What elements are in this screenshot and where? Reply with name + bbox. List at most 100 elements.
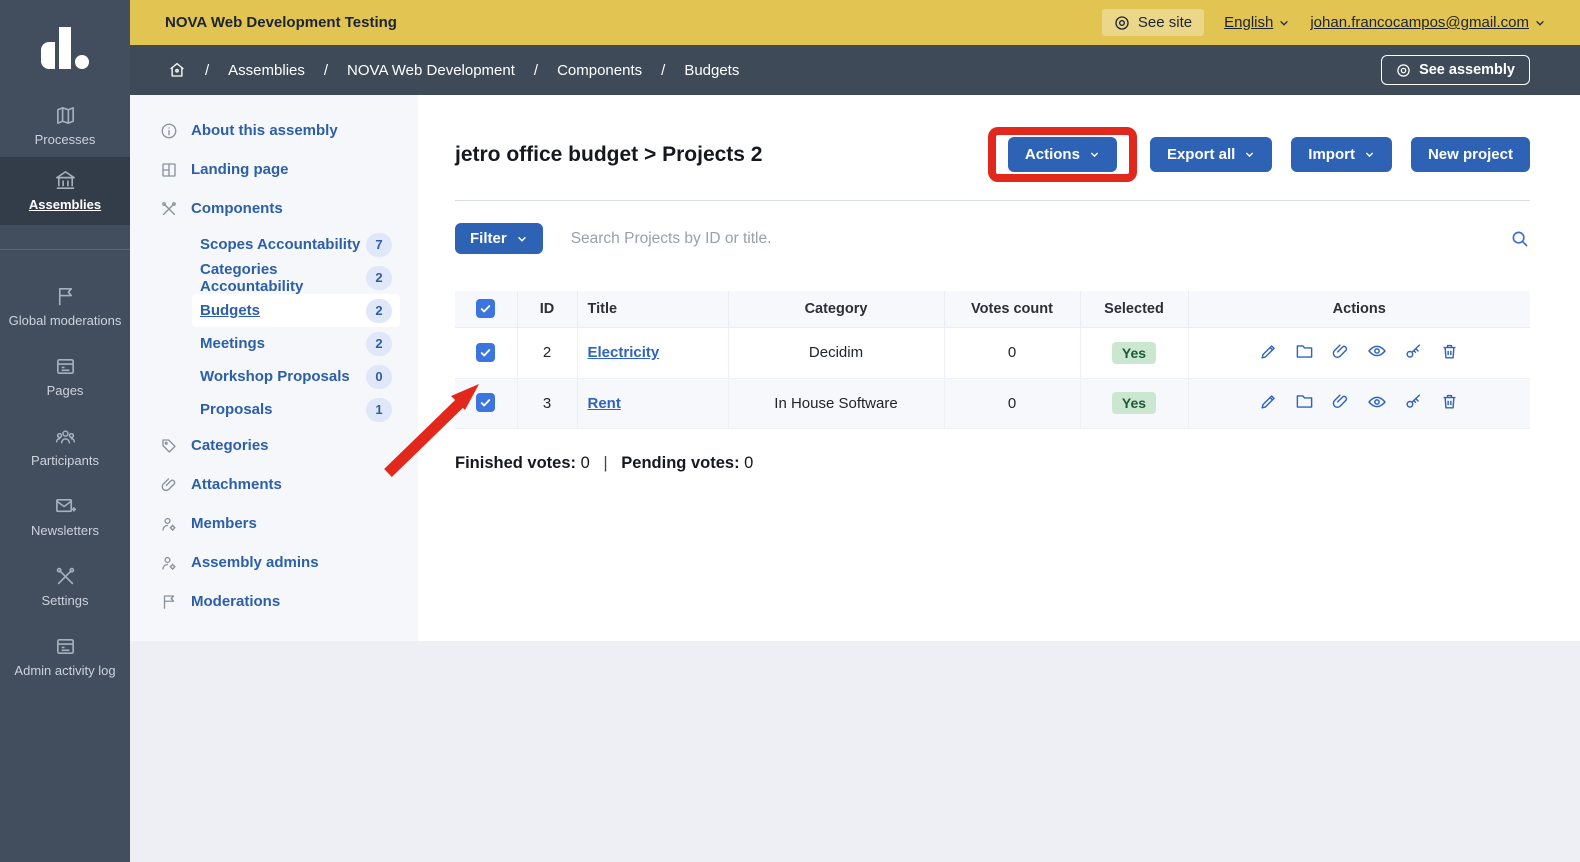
sidebar-item-participants[interactable]: Participants bbox=[0, 412, 130, 482]
finished-votes-value: 0 bbox=[581, 454, 590, 472]
row-checkbox[interactable] bbox=[476, 393, 495, 412]
column-header-title: Title bbox=[577, 291, 728, 328]
home-icon[interactable] bbox=[168, 61, 186, 79]
person-gear-icon bbox=[160, 515, 178, 533]
sidebar-item-proposals[interactable]: Proposals 1 bbox=[192, 393, 400, 426]
sidebar-item-scopes-accountability[interactable]: Scopes Accountability 7 bbox=[192, 228, 400, 261]
folder-icon[interactable] bbox=[1295, 342, 1314, 361]
breadcrumb: / Assemblies / NOVA Web Development / Co… bbox=[130, 45, 1580, 95]
filter-label: Filter bbox=[470, 230, 507, 247]
sidebar-item-categories[interactable]: Categories bbox=[130, 426, 418, 465]
flag-icon bbox=[160, 593, 178, 611]
pages-icon bbox=[54, 355, 77, 378]
chevron-down-icon bbox=[1244, 149, 1255, 160]
import-label: Import bbox=[1308, 146, 1355, 163]
app-logo[interactable] bbox=[0, 0, 130, 95]
search-icon[interactable] bbox=[1509, 228, 1530, 249]
sidebar-item-budgets[interactable]: Budgets 2 bbox=[192, 294, 400, 327]
export-all-dropdown-button[interactable]: Export all bbox=[1150, 137, 1272, 172]
paperclip-icon bbox=[160, 476, 178, 494]
paperclip-icon[interactable] bbox=[1331, 342, 1350, 361]
cell-votes-count: 0 bbox=[944, 378, 1080, 429]
sidebar-item-meetings[interactable]: Meetings 2 bbox=[192, 327, 400, 360]
sidebar-item-admin-activity-log[interactable]: Admin activity log bbox=[0, 622, 130, 692]
sidebar-item-label: Scopes Accountability bbox=[200, 236, 360, 253]
user-menu-dropdown[interactable]: johan.francocampos@gmail.com bbox=[1310, 14, 1546, 31]
new-project-button[interactable]: New project bbox=[1411, 137, 1530, 172]
eye-icon[interactable] bbox=[1367, 392, 1387, 412]
primary-sidebar: Processes Assemblies Global moderations … bbox=[0, 0, 130, 862]
trash-icon[interactable] bbox=[1440, 342, 1459, 361]
row-checkbox[interactable] bbox=[476, 343, 495, 362]
sidebar-item-label: Categories bbox=[191, 437, 269, 454]
landing-page-icon bbox=[160, 161, 178, 179]
sidebar-item-categories-accountability[interactable]: Categories Accountability 2 bbox=[192, 261, 400, 294]
see-site-button[interactable]: See site bbox=[1102, 9, 1204, 36]
paperclip-icon[interactable] bbox=[1331, 392, 1350, 411]
participants-icon bbox=[54, 425, 77, 448]
eye-icon[interactable] bbox=[1367, 341, 1387, 361]
new-project-label: New project bbox=[1428, 146, 1513, 163]
import-dropdown-button[interactable]: Import bbox=[1291, 137, 1392, 172]
newsletter-icon bbox=[54, 495, 77, 518]
actions-dropdown-button[interactable]: Actions bbox=[1008, 137, 1117, 172]
organization-name: NOVA Web Development Testing bbox=[165, 14, 397, 31]
decidim-logo-icon bbox=[41, 27, 89, 69]
breadcrumb-item-assembly[interactable]: NOVA Web Development bbox=[347, 62, 515, 79]
search-input[interactable] bbox=[571, 230, 1509, 248]
sidebar-item-label: Meetings bbox=[200, 335, 265, 352]
sidebar-item-moderations[interactable]: Moderations bbox=[130, 582, 418, 621]
eye-icon bbox=[1114, 15, 1130, 31]
breadcrumb-separator: / bbox=[661, 62, 665, 79]
sidebar-item-pages[interactable]: Pages bbox=[0, 342, 130, 412]
pencil-icon[interactable] bbox=[1259, 392, 1278, 411]
sidebar-item-label: Categories Accountability bbox=[200, 261, 366, 295]
project-title-link[interactable]: Electricity bbox=[588, 344, 660, 361]
sidebar-item-members[interactable]: Members bbox=[130, 504, 418, 543]
breadcrumb-item-budgets[interactable]: Budgets bbox=[684, 62, 739, 79]
sidebar-item-landing-page[interactable]: Landing page bbox=[130, 150, 418, 189]
row-actions bbox=[1259, 392, 1459, 412]
breadcrumb-item-components[interactable]: Components bbox=[557, 62, 642, 79]
filter-dropdown-button[interactable]: Filter bbox=[455, 223, 543, 254]
breadcrumb-item-assemblies[interactable]: Assemblies bbox=[228, 62, 305, 79]
column-header-votes-count: Votes count bbox=[944, 291, 1080, 328]
cell-id: 3 bbox=[517, 378, 577, 429]
table-row: 3 Rent In House Software 0 Yes bbox=[455, 378, 1530, 429]
sidebar-item-global-moderations[interactable]: Global moderations bbox=[0, 272, 130, 342]
key-icon[interactable] bbox=[1404, 392, 1423, 411]
sidebar-item-processes[interactable]: Processes bbox=[0, 95, 130, 157]
trash-icon[interactable] bbox=[1440, 392, 1459, 411]
sidebar-item-settings[interactable]: Settings bbox=[0, 552, 130, 622]
sidebar-item-components[interactable]: Components bbox=[130, 189, 418, 228]
main-panel: jetro office budget > Projects 2 Actions… bbox=[418, 95, 1580, 641]
sidebar-item-newsletters[interactable]: Newsletters bbox=[0, 482, 130, 552]
language-label: English bbox=[1224, 14, 1273, 31]
select-all-checkbox[interactable] bbox=[476, 299, 495, 318]
chevron-down-icon bbox=[1278, 17, 1290, 29]
selected-badge: Yes bbox=[1112, 342, 1156, 364]
folder-icon[interactable] bbox=[1295, 392, 1314, 411]
language-dropdown[interactable]: English bbox=[1224, 14, 1290, 31]
count-badge: 2 bbox=[366, 266, 392, 290]
sidebar-item-label: Landing page bbox=[191, 161, 289, 178]
key-icon[interactable] bbox=[1404, 342, 1423, 361]
sidebar-item-label: Processes bbox=[35, 133, 96, 148]
count-badge: 0 bbox=[366, 365, 392, 389]
sidebar-divider bbox=[0, 249, 130, 250]
column-header-actions: Actions bbox=[1188, 291, 1530, 328]
sidebar-item-attachments[interactable]: Attachments bbox=[130, 465, 418, 504]
pencil-icon[interactable] bbox=[1259, 342, 1278, 361]
sidebar-item-assembly-admins[interactable]: Assembly admins bbox=[130, 543, 418, 582]
sidebar-item-about-assembly[interactable]: About this assembly bbox=[130, 111, 418, 150]
sidebar-item-workshop-proposals[interactable]: Workshop Proposals 0 bbox=[192, 360, 400, 393]
sidebar-item-assemblies[interactable]: Assemblies bbox=[0, 157, 130, 225]
count-badge: 2 bbox=[366, 332, 392, 356]
see-assembly-button[interactable]: See assembly bbox=[1381, 55, 1530, 85]
column-header-id: ID bbox=[517, 291, 577, 328]
project-title-link[interactable]: Rent bbox=[588, 395, 621, 412]
projects-table: ID Title Category Votes count Selected A… bbox=[455, 291, 1530, 429]
export-all-label: Export all bbox=[1167, 146, 1235, 163]
sidebar-item-label: Newsletters bbox=[31, 524, 99, 539]
flag-icon bbox=[54, 285, 77, 308]
